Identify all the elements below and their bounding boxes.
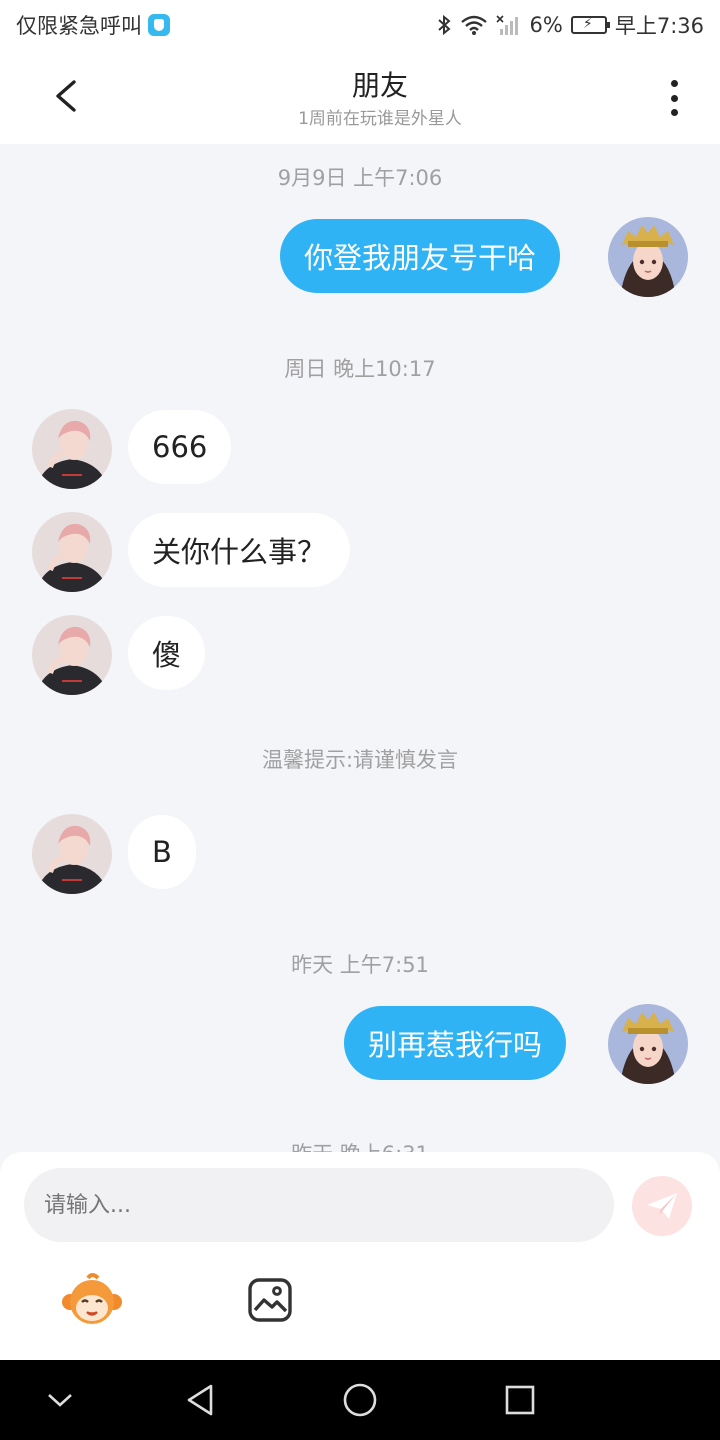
status-time: 早上7:36	[614, 14, 704, 38]
recents-nav-button[interactable]	[500, 1380, 540, 1420]
recents-square-icon	[505, 1385, 535, 1415]
friend-avatar[interactable]	[32, 814, 112, 894]
image-button[interactable]	[246, 1276, 294, 1324]
collapse-chevron-icon	[48, 1394, 72, 1407]
timestamp: 9月9日 上午7:06	[277, 166, 443, 190]
back-triangle-icon	[187, 1384, 213, 1416]
avatar-image	[32, 512, 112, 592]
my-avatar[interactable]	[608, 1004, 688, 1084]
wifi-icon	[460, 15, 487, 35]
timestamp: 周日 晚上10:17	[284, 357, 436, 381]
composer-panel	[0, 1152, 720, 1360]
monkey-emoji-icon	[62, 1273, 122, 1324]
timestamp: 昨天 上午7:51	[291, 953, 429, 977]
message-list[interactable]: 9月9日 上午7:06 你登我朋友号干哈 周日 晚上10:17 666 关你什么…	[0, 144, 720, 1154]
friend-avatar[interactable]	[32, 615, 112, 695]
emoji-button[interactable]	[60, 1272, 124, 1328]
system-nav-bar	[0, 1360, 720, 1440]
avatar-image	[608, 1004, 688, 1084]
incoming-message[interactable]: B	[128, 815, 196, 889]
home-circle-icon	[343, 1383, 377, 1417]
collapse-nav-button[interactable]	[40, 1380, 80, 1420]
bluetooth-icon	[437, 14, 451, 36]
incoming-message[interactable]: 傻	[128, 616, 206, 690]
avatar-image	[32, 615, 112, 695]
more-options-button[interactable]	[656, 78, 692, 118]
friend-avatar[interactable]	[32, 409, 112, 489]
message-input[interactable]	[24, 1168, 614, 1242]
shield-app-icon	[148, 14, 170, 36]
more-vertical-icon	[670, 80, 678, 87]
incoming-message[interactable]: 关你什么事？	[128, 513, 351, 587]
no-signal-icon	[495, 15, 518, 35]
outgoing-message[interactable]: 别再惹我行吗	[344, 1006, 567, 1080]
status-left: 仅限紧急呼叫	[16, 10, 170, 40]
avatar-image	[608, 217, 688, 297]
chat-header: 朋友 1周前在玩谁是外星人	[0, 50, 720, 144]
outgoing-message[interactable]: 你登我朋友号干哈	[280, 219, 561, 293]
image-icon	[248, 1278, 292, 1322]
contact-status: 1周前在玩谁是外星人	[298, 109, 462, 129]
avatar-image	[32, 814, 112, 894]
safety-notice: 温馨提示:请谨慎发言	[261, 748, 459, 772]
send-button[interactable]	[632, 1176, 692, 1236]
send-paper-plane-icon	[647, 1193, 677, 1219]
status-bar: 仅限紧急呼叫 6% ⚡ 早上7:36	[0, 0, 720, 50]
home-nav-button[interactable]	[340, 1380, 380, 1420]
battery-percent: 6%	[529, 13, 563, 37]
contact-name: 朋友	[351, 69, 408, 102]
my-avatar[interactable]	[608, 217, 688, 297]
back-nav-button[interactable]	[180, 1380, 220, 1420]
avatar-image	[32, 409, 112, 489]
friend-avatar[interactable]	[32, 512, 112, 592]
carrier-text: 仅限紧急呼叫	[16, 14, 142, 38]
battery-charging-icon: ⚡	[570, 16, 610, 34]
status-right: 6% ⚡ 早上7:36	[436, 10, 704, 40]
incoming-message[interactable]: 666	[128, 410, 232, 484]
